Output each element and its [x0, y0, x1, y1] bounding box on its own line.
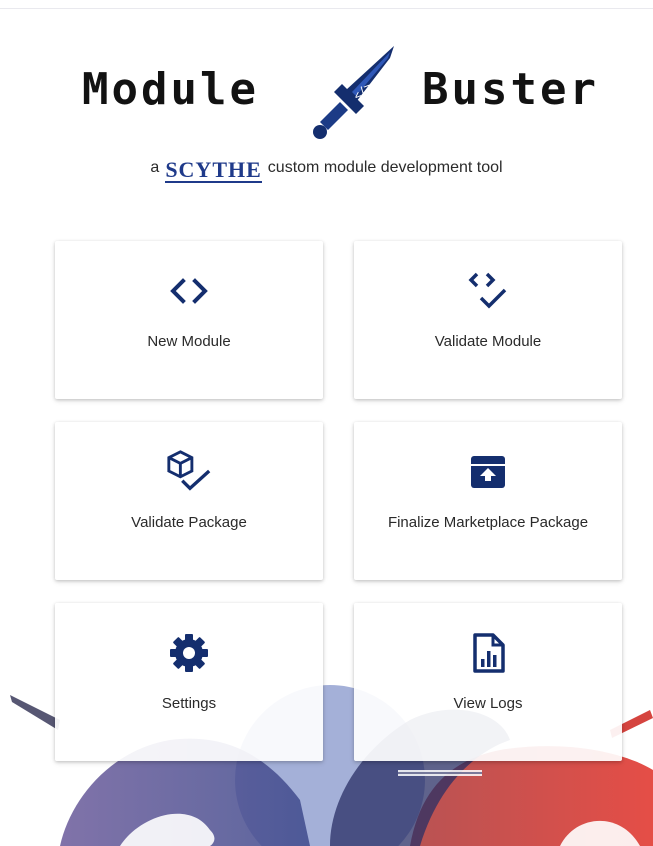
new-module-button[interactable]: New Module: [55, 241, 323, 399]
view-logs-button[interactable]: View Logs: [354, 603, 622, 761]
card-label: Settings: [161, 695, 217, 712]
gear-icon: [165, 629, 213, 677]
sword-logo-icon: </>: [313, 46, 394, 139]
tagline-text: custom module development tool: [267, 159, 503, 176]
archive-upload-icon: [464, 448, 512, 496]
app-window: Module </> Buster a SCYTHE custom module d…: [0, 0, 653, 846]
card-label: View Logs: [453, 695, 523, 712]
card-label: Validate Module: [434, 333, 542, 350]
card-label: Finalize Marketplace Package: [387, 514, 589, 531]
logo-title-left: Module: [82, 64, 259, 115]
validate-package-button[interactable]: Validate Package: [55, 422, 323, 580]
tagline: a SCYTHE custom module development tool: [0, 159, 653, 183]
log-chart-icon: [464, 629, 512, 677]
package-check-icon: [165, 448, 213, 496]
tagline-prefix: a: [150, 159, 160, 176]
scythe-brand-logo: SCYTHE: [165, 157, 262, 183]
card-label: Validate Package: [131, 514, 247, 531]
code-brackets-icon: [165, 267, 213, 315]
finalize-marketplace-package-button[interactable]: Finalize Marketplace Package: [354, 422, 622, 580]
code-check-icon: [464, 267, 512, 315]
top-divider: [0, 8, 653, 9]
logo-title-right: Buster: [422, 64, 599, 115]
card-label: New Module: [147, 333, 231, 350]
validate-module-button[interactable]: Validate Module: [354, 241, 622, 399]
settings-button[interactable]: Settings: [55, 603, 323, 761]
